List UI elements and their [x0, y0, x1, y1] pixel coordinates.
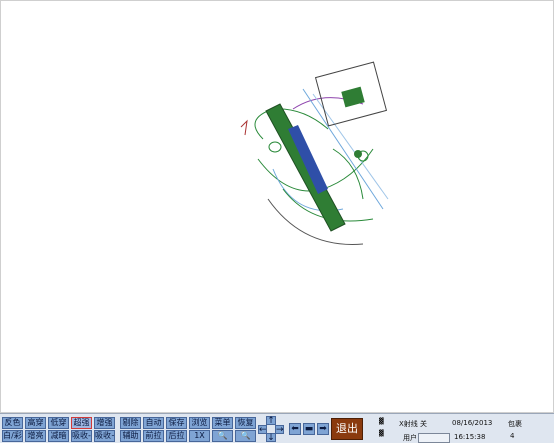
- pull-forward-button[interactable]: 前拉: [143, 430, 164, 442]
- save-button[interactable]: 保存: [166, 417, 187, 429]
- bag-label: 包裹: [508, 420, 522, 428]
- auto-button[interactable]: 自动: [143, 417, 164, 429]
- absorb-plus-button[interactable]: 吸收+: [94, 430, 115, 442]
- menu-button[interactable]: 菜单: [212, 417, 233, 429]
- date-display: 08/16/2013: [452, 419, 493, 427]
- invert-button[interactable]: 反色: [2, 417, 23, 429]
- exit-button[interactable]: 退出: [331, 418, 363, 440]
- network-icon-top: ▓: [379, 418, 384, 425]
- pull-back-button[interactable]: 后拉: [166, 430, 187, 442]
- arrow-down-icon[interactable]: ↓: [266, 433, 276, 443]
- zoom-out-icon[interactable]: 🔍: [212, 430, 233, 442]
- scroll-right-icon[interactable]: ➡: [317, 423, 329, 435]
- time-display: 16:15:38: [454, 433, 486, 441]
- enhance-button[interactable]: 增强: [94, 417, 115, 429]
- absorb-minus-button[interactable]: 吸收-: [71, 430, 92, 442]
- network-icon-bottom: ▓: [379, 430, 384, 437]
- user-field: [418, 433, 450, 443]
- assist-button[interactable]: 辅助: [120, 430, 141, 442]
- xray-scan-image: [240, 61, 389, 245]
- browse-button[interactable]: 浏览: [189, 417, 210, 429]
- arrow-right-small-icon[interactable]: →: [275, 425, 284, 435]
- low-penetration-button[interactable]: 低穿: [48, 417, 69, 429]
- darken-button[interactable]: 减暗: [48, 430, 69, 442]
- remove-button[interactable]: 剔除: [120, 417, 141, 429]
- zoom-1x-button[interactable]: 1X: [189, 430, 210, 442]
- scroll-left-icon[interactable]: ⬅: [289, 423, 301, 435]
- stop-icon[interactable]: ▬: [303, 423, 315, 435]
- super-enhance-button[interactable]: 超强: [71, 417, 92, 429]
- restore-button[interactable]: 恢复: [235, 417, 256, 429]
- brighten-button[interactable]: 增亮: [25, 430, 46, 442]
- control-toolbar: 反色 高穿 低穿 超强 增强 剔除 自动 保存 浏览 菜单 恢复 白/彩 增亮 …: [0, 413, 554, 443]
- bw-color-button[interactable]: 白/彩: [2, 430, 23, 442]
- xray-status: X射线 关: [399, 420, 428, 428]
- zoom-in-icon[interactable]: 🔍: [235, 430, 256, 442]
- xray-image-viewport[interactable]: [0, 0, 554, 413]
- user-label: 用户: [403, 434, 417, 442]
- arrow-up-icon[interactable]: ↑: [266, 416, 276, 426]
- high-penetration-button[interactable]: 高穿: [25, 417, 46, 429]
- bag-count: 4: [510, 432, 515, 440]
